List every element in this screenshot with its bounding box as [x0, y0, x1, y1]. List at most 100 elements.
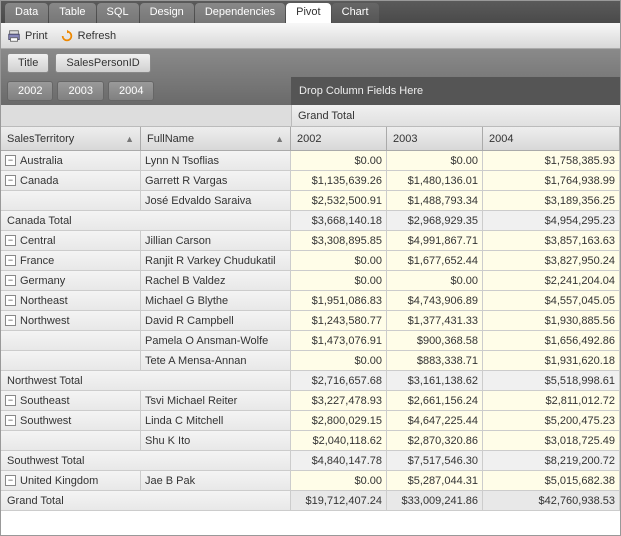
- tab-design[interactable]: Design: [140, 3, 194, 23]
- value-cell: $2,661,156.24: [387, 391, 483, 411]
- expand-icon[interactable]: [5, 235, 16, 246]
- value-cell: $1,480,136.01: [387, 171, 483, 191]
- expand-icon[interactable]: [5, 395, 16, 406]
- table-row: SoutheastTsvi Michael Reiter$3,227,478.9…: [1, 391, 620, 411]
- expand-icon[interactable]: [5, 275, 16, 286]
- expand-icon[interactable]: [5, 175, 16, 186]
- value-cell: $3,857,163.63: [483, 231, 620, 251]
- value-cell: $4,954,295.23: [483, 211, 620, 231]
- table-row: Northwest Total$2,716,657.68$3,161,138.6…: [1, 371, 620, 391]
- value-cell: $4,647,225.44: [387, 411, 483, 431]
- year-btn-2002[interactable]: 2002: [7, 81, 53, 101]
- tab-data[interactable]: Data: [5, 3, 48, 23]
- value-cell: $0.00: [291, 251, 387, 271]
- value-cell: $4,557,045.05: [483, 291, 620, 311]
- header-spacer: [1, 105, 291, 126]
- value-cell: $4,840,147.78: [291, 451, 387, 471]
- value-cell: $1,243,580.77: [291, 311, 387, 331]
- table-row: SouthwestLinda C Mitchell$2,800,029.15$4…: [1, 411, 620, 431]
- fullname-cell: José Edvaldo Saraiva: [141, 191, 291, 211]
- tab-sql[interactable]: SQL: [97, 3, 139, 23]
- table-row: Canada Total$3,668,140.18$2,968,929.35$4…: [1, 211, 620, 231]
- value-cell: $3,308,895.85: [291, 231, 387, 251]
- print-label: Print: [25, 30, 48, 42]
- value-cell: $19,712,407.24: [291, 491, 387, 511]
- fullname-cell: David R Campbell: [141, 311, 291, 331]
- territory-label: France: [20, 255, 54, 267]
- territory-label: Southwest: [20, 415, 71, 427]
- value-cell: $1,473,076.91: [291, 331, 387, 351]
- value-cell: $2,532,500.91: [291, 191, 387, 211]
- table-row: Grand Total$19,712,407.24$33,009,241.86$…: [1, 491, 620, 511]
- value-cell: $0.00: [291, 471, 387, 491]
- value-cell: $1,656,492.86: [483, 331, 620, 351]
- territory-label: United Kingdom: [20, 475, 98, 487]
- value-cell: $5,015,682.38: [483, 471, 620, 491]
- territory-cell: [1, 431, 141, 451]
- expand-icon[interactable]: [5, 475, 16, 486]
- expand-icon[interactable]: [5, 155, 16, 166]
- table-row: Shu K Ito$2,040,118.62$2,870,320.86$3,01…: [1, 431, 620, 451]
- territory-cell: Northeast: [1, 291, 141, 311]
- filter-field-chip[interactable]: SalesPersonID: [55, 53, 150, 73]
- territory-cell: [1, 351, 141, 371]
- col-header-2004[interactable]: 2004: [483, 127, 620, 151]
- table-row: Pamela O Ansman-Wolfe$1,473,076.91$900,3…: [1, 331, 620, 351]
- print-button[interactable]: Print: [7, 29, 48, 43]
- table-row: José Edvaldo Saraiva$2,532,500.91$1,488,…: [1, 191, 620, 211]
- expand-icon[interactable]: [5, 415, 16, 426]
- row-header-fullname[interactable]: FullName ▲: [141, 127, 291, 151]
- table-row: Tete A Mensa-Annan$0.00$883,338.71$1,931…: [1, 351, 620, 371]
- fullname-cell: Lynn N Tsoflias: [141, 151, 291, 171]
- territory-cell: Australia: [1, 151, 141, 171]
- fullname-cell: Tsvi Michael Reiter: [141, 391, 291, 411]
- table-row: United KingdomJae B Pak$0.00$5,287,044.3…: [1, 471, 620, 491]
- territory-cell: Southwest: [1, 411, 141, 431]
- column-drop-area[interactable]: Drop Column Fields Here: [291, 77, 620, 105]
- tab-chart[interactable]: Chart: [332, 3, 379, 23]
- tab-pivot[interactable]: Pivot: [286, 3, 330, 23]
- subtotal-label: Northwest Total: [1, 371, 291, 391]
- table-row: CanadaGarrett R Vargas$1,135,639.26$1,48…: [1, 171, 620, 191]
- grand-total-label: Grand Total: [1, 491, 291, 511]
- row-header-territory[interactable]: SalesTerritory ▲: [1, 127, 141, 151]
- territory-cell: [1, 191, 141, 211]
- print-icon: [7, 29, 21, 43]
- value-cell: $5,200,475.23: [483, 411, 620, 431]
- filter-title-chip[interactable]: Title: [7, 53, 49, 73]
- toolbar: Print Refresh: [1, 23, 620, 49]
- territory-header-label: SalesTerritory: [7, 133, 74, 145]
- territory-cell: United Kingdom: [1, 471, 141, 491]
- year-btn-2003[interactable]: 2003: [57, 81, 103, 101]
- table-row: Southwest Total$4,840,147.78$7,517,546.3…: [1, 451, 620, 471]
- refresh-button[interactable]: Refresh: [60, 29, 117, 43]
- tab-table[interactable]: Table: [49, 3, 95, 23]
- value-cell: $1,951,086.83: [291, 291, 387, 311]
- value-cell: $2,968,929.35: [387, 211, 483, 231]
- territory-cell: Central: [1, 231, 141, 251]
- col-header-2003[interactable]: 2003: [387, 127, 483, 151]
- year-btn-2004[interactable]: 2004: [108, 81, 154, 101]
- value-cell: $2,716,657.68: [291, 371, 387, 391]
- value-cell: $3,189,356.25: [483, 191, 620, 211]
- value-cell: $3,827,950.24: [483, 251, 620, 271]
- row-field-area: 2002 2003 2004: [1, 77, 291, 105]
- refresh-icon: [60, 29, 74, 43]
- table-row: FranceRanjit R Varkey Chudukatil$0.00$1,…: [1, 251, 620, 271]
- expand-icon[interactable]: [5, 295, 16, 306]
- sort-asc-icon: ▲: [275, 134, 284, 144]
- value-cell: $2,870,320.86: [387, 431, 483, 451]
- table-row: CentralJillian Carson$3,308,895.85$4,991…: [1, 231, 620, 251]
- value-cell: $3,227,478.93: [291, 391, 387, 411]
- value-cell: $1,930,885.56: [483, 311, 620, 331]
- territory-label: Northeast: [20, 295, 68, 307]
- expand-icon[interactable]: [5, 255, 16, 266]
- col-header-2002[interactable]: 2002: [291, 127, 387, 151]
- refresh-label: Refresh: [78, 30, 117, 42]
- pivot-grid-body: AustraliaLynn N Tsoflias$0.00$0.00$1,758…: [1, 151, 620, 511]
- expand-icon[interactable]: [5, 315, 16, 326]
- tab-dependencies[interactable]: Dependencies: [195, 3, 285, 23]
- territory-cell: France: [1, 251, 141, 271]
- value-cell: $1,488,793.34: [387, 191, 483, 211]
- filter-bar: Title SalesPersonID: [1, 49, 620, 77]
